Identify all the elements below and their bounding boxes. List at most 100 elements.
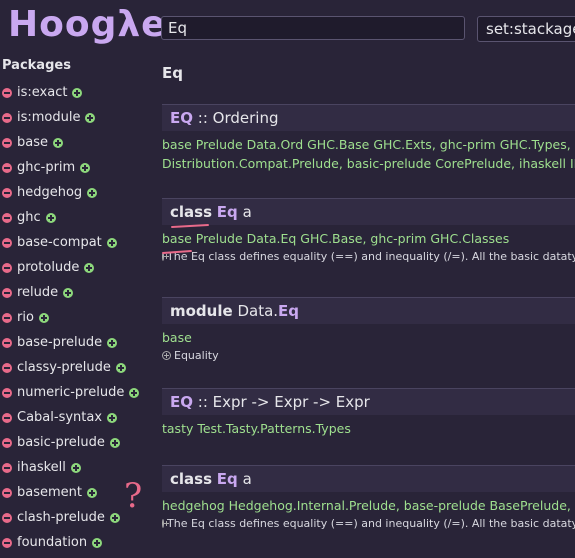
package-item: basic-prelude [2,430,152,455]
package-label[interactable]: hedgehog [17,185,82,200]
scope-select[interactable]: set:stackage [477,16,575,42]
package-label[interactable]: relude [17,285,58,300]
include-plus-icon[interactable] [92,537,103,548]
package-item: base [2,130,152,155]
include-plus-icon[interactable] [70,462,81,473]
package-item: is:module [2,105,152,130]
result-packages[interactable]: base [162,328,575,347]
package-label[interactable]: is:exact [17,85,67,100]
exclude-minus-icon[interactable] [2,212,12,223]
expand-icon[interactable] [162,351,171,360]
exclude-minus-icon[interactable] [2,412,12,423]
exclude-minus-icon[interactable] [2,387,12,398]
exclude-minus-icon[interactable] [2,162,12,173]
include-plus-icon[interactable] [115,362,126,373]
query-title: Eq [162,64,183,82]
package-label[interactable]: base-compat [17,235,102,250]
exclude-minus-icon[interactable] [2,512,12,523]
include-plus-icon[interactable] [109,437,120,448]
result-packages[interactable]: tasty Test.Tasty.Patterns.Types [162,419,575,438]
include-plus-icon[interactable] [106,237,117,248]
include-plus-icon[interactable] [107,337,118,348]
exclude-minus-icon[interactable] [2,487,12,498]
include-plus-icon[interactable] [53,137,63,148]
include-plus-icon[interactable] [72,87,83,98]
package-label[interactable]: clash-prelude [17,510,105,525]
package-label[interactable]: ghc [17,210,41,225]
exclude-minus-icon[interactable] [2,362,12,373]
result-doc[interactable]: The Eq class defines equality (==) and i… [162,250,575,263]
include-plus-icon[interactable] [38,312,49,323]
include-plus-icon[interactable] [109,512,120,523]
package-item: base-compat [2,230,152,255]
result-name[interactable]: Eq [278,302,299,320]
package-item: Cabal-syntax [2,405,152,430]
result-doc-text: The Eq class defines equality (==) and i… [167,517,575,530]
package-label[interactable]: is:module [17,110,80,125]
result-signature[interactable]: class Eq a [162,465,575,492]
include-plus-icon[interactable] [45,212,56,223]
package-label[interactable]: classy-prelude [17,360,111,375]
exclude-minus-icon[interactable] [2,437,12,448]
result-keyword: module [170,302,233,320]
package-item: base-prelude [2,330,152,355]
include-plus-icon[interactable] [87,187,98,198]
include-plus-icon[interactable] [80,162,91,173]
include-plus-icon[interactable] [84,262,95,273]
exclude-minus-icon[interactable] [2,112,12,123]
exclude-minus-icon[interactable] [2,137,12,148]
result-doc[interactable]: The Eq class defines equality (==) and i… [162,517,575,530]
exclude-minus-icon[interactable] [2,462,12,473]
result-packages[interactable]: base Prelude Data.Ord GHC.Base GHC.Exts,… [162,135,575,154]
exclude-minus-icon[interactable] [2,287,12,298]
result-packages[interactable]: base Prelude Data.Eq GHC.Base, ghc-prim … [162,229,575,248]
package-label[interactable]: Cabal-syntax [17,410,102,425]
exclude-minus-icon[interactable] [2,87,12,98]
exclude-minus-icon[interactable] [2,337,12,348]
include-plus-icon[interactable] [87,487,97,498]
search-input[interactable]: Eq [161,16,465,40]
result-signature[interactable]: EQ :: Ordering [162,104,575,131]
package-label[interactable]: base [17,135,48,150]
result-signature[interactable]: class Eq a [162,198,575,225]
include-plus-icon[interactable] [63,287,74,298]
package-label[interactable]: numeric-prelude [17,385,124,400]
include-plus-icon[interactable] [85,112,96,123]
package-item: classy-prelude [2,355,152,380]
result-packages[interactable]: Distribution.Compat.Prelude, basic-prelu… [162,154,575,173]
exclude-minus-icon[interactable] [2,187,12,198]
package-item: rio [2,305,152,330]
result-doc[interactable]: Equality [162,349,575,362]
result-packages[interactable]: hedgehog Hedgehog.Internal.Prelude, base… [162,496,575,515]
question-mark-annotation: ? [124,476,143,516]
hoogle-logo[interactable]: Hoogλe [8,4,167,45]
exclude-minus-icon[interactable] [2,537,12,548]
result-keyword: class [170,470,213,488]
result-name[interactable]: EQ [170,109,193,127]
result-name[interactable]: Eq [217,203,238,221]
exclude-minus-icon[interactable] [2,262,12,273]
result-item: EQ :: Ordering base Prelude Data.Ord GHC… [162,104,575,173]
package-label[interactable]: ihaskell [17,460,66,475]
package-label[interactable]: basic-prelude [17,435,105,450]
package-label[interactable]: rio [17,310,34,325]
exclude-minus-icon[interactable] [2,237,12,248]
include-plus-icon[interactable] [107,412,118,423]
result-type: :: Ordering [197,109,279,127]
package-label[interactable]: basement [17,485,82,500]
package-label[interactable]: base-prelude [17,335,102,350]
result-signature[interactable]: EQ :: Expr -> Expr -> Expr [162,388,575,415]
package-item: numeric-prelude [2,380,152,405]
package-label[interactable]: foundation [17,535,87,550]
expand-icon[interactable] [162,519,169,528]
package-item: foundation [2,530,152,555]
exclude-minus-icon[interactable] [2,312,12,323]
package-label[interactable]: ghc-prim [17,160,75,175]
package-item: is:exact [2,80,152,105]
result-name[interactable]: Eq [217,470,238,488]
result-signature[interactable]: module Data.Eq [162,297,575,324]
result-item: module Data.Eq base Equality [162,297,575,362]
package-label[interactable]: protolude [17,260,79,275]
result-name[interactable]: EQ [170,393,193,411]
include-plus-icon[interactable] [129,387,140,398]
